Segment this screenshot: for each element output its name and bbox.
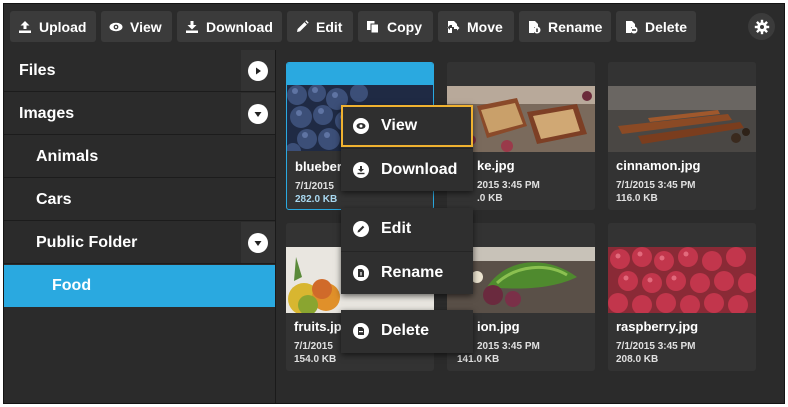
file-size: 154.0 KB <box>294 354 337 365</box>
pencil-icon <box>353 221 369 237</box>
chevron-down-icon <box>254 111 262 117</box>
tree-item-label: Animals <box>36 147 99 165</box>
expand-toggle[interactable] <box>241 50 275 91</box>
context-menu-group-open: View Download <box>341 105 473 191</box>
upload-button[interactable]: Upload <box>10 11 96 42</box>
file-date: 7/1/2015 <box>294 341 333 352</box>
context-menu-download[interactable]: Download <box>341 148 473 190</box>
download-label: Download <box>206 18 273 35</box>
delete-icon <box>626 20 638 33</box>
delete-label: Delete <box>645 18 688 35</box>
context-menu-label: Delete <box>381 322 430 339</box>
collapse-toggle[interactable] <box>241 93 275 134</box>
thumbnail-image <box>608 86 756 152</box>
thumbnail-image <box>608 247 756 313</box>
chevron-down-icon <box>254 240 262 246</box>
gear-icon <box>754 19 769 34</box>
file-name: cinnamon.jpg <box>616 158 701 173</box>
edit-button[interactable]: Edit <box>287 11 353 42</box>
context-menu-label: Download <box>381 160 458 178</box>
context-menu-group-delete: Delete <box>341 310 473 353</box>
tree-item-label: Files <box>19 61 56 79</box>
copy-button[interactable]: Copy <box>358 11 433 42</box>
file-size: 208.0 KB <box>616 354 659 365</box>
rename-button[interactable]: Rename <box>519 11 611 42</box>
view-button[interactable]: View <box>101 11 172 42</box>
rename-icon <box>529 20 541 33</box>
chevron-right-icon <box>256 67 261 74</box>
rename-label: Rename <box>548 18 603 35</box>
file-size: 282.0 KB <box>295 194 338 205</box>
tree-item-files[interactable]: Files <box>4 50 275 92</box>
tree-item-public-folder[interactable]: Public Folder <box>4 222 275 264</box>
tree-item-label: Food <box>52 277 92 294</box>
tree-item-animals[interactable]: Animals <box>4 136 275 178</box>
file-date: 7/1/2015 3:45 PM <box>616 341 696 352</box>
collapse-toggle[interactable] <box>241 222 275 263</box>
download-icon <box>353 161 369 178</box>
edit-label: Edit <box>316 18 343 35</box>
upload-label: Upload <box>39 18 87 35</box>
delete-icon <box>353 323 369 339</box>
move-icon <box>447 20 460 33</box>
toolbar: Upload View Download Edit Copy Move Rena… <box>4 4 784 50</box>
file-size: 116.0 KB <box>616 193 658 204</box>
eye-icon <box>109 22 123 31</box>
context-menu-group-modify: Edit Rename <box>341 208 473 294</box>
file-date: 2015 3:45 PM <box>477 341 540 352</box>
folder-tree: Files Images Animals Cars Public Folder … <box>4 50 276 403</box>
context-menu-label: Edit <box>381 220 412 237</box>
rename-icon <box>353 264 369 281</box>
context-menu-rename[interactable]: Rename <box>341 251 473 293</box>
file-name: ion.jpg <box>477 319 520 334</box>
file-date: 2015 3:45 PM <box>477 180 540 191</box>
download-button[interactable]: Download <box>177 11 282 42</box>
file-date: 7/1/2015 <box>295 181 334 192</box>
file-name: blueber <box>295 159 342 174</box>
move-label: Move <box>467 18 503 35</box>
move-button[interactable]: Move <box>438 11 514 42</box>
eye-icon <box>353 118 369 134</box>
context-menu-edit[interactable]: Edit <box>341 208 473 250</box>
tree-item-label: Cars <box>36 190 72 208</box>
context-menu-label: View <box>381 117 418 134</box>
upload-icon <box>19 20 31 33</box>
tree-item-label: Images <box>19 104 75 122</box>
settings-button[interactable] <box>748 13 775 40</box>
download-icon <box>186 20 198 33</box>
file-card-raspberry[interactable]: raspberry.jpg 7/1/2015 3:45 PM 208.0 KB <box>608 223 756 371</box>
file-date: 7/1/2015 3:45 PM <box>616 180 696 191</box>
copy-icon <box>367 20 379 33</box>
tree-item-cars[interactable]: Cars <box>4 179 275 221</box>
view-label: View <box>130 18 162 35</box>
file-size: 141.0 KB <box>457 354 500 365</box>
tree-item-label: Public Folder <box>36 233 138 251</box>
file-size: .0 KB <box>477 193 503 204</box>
file-manager: Upload View Download Edit Copy Move Rena… <box>3 3 785 404</box>
tree-item-images[interactable]: Images <box>4 93 275 135</box>
file-name: raspberry.jpg <box>616 319 699 334</box>
context-menu-view[interactable]: View <box>341 105 473 147</box>
tree-item-food[interactable]: Food <box>4 265 275 307</box>
context-menu-label: Rename <box>381 263 444 281</box>
copy-label: Copy <box>387 18 422 35</box>
pencil-icon <box>297 19 309 32</box>
context-menu-delete[interactable]: Delete <box>341 310 473 352</box>
file-card-cinnamon[interactable]: cinnamon.jpg 7/1/2015 3:45 PM 116.0 KB <box>608 62 756 210</box>
delete-button[interactable]: Delete <box>616 11 696 42</box>
file-name: ke.jpg <box>477 158 515 173</box>
